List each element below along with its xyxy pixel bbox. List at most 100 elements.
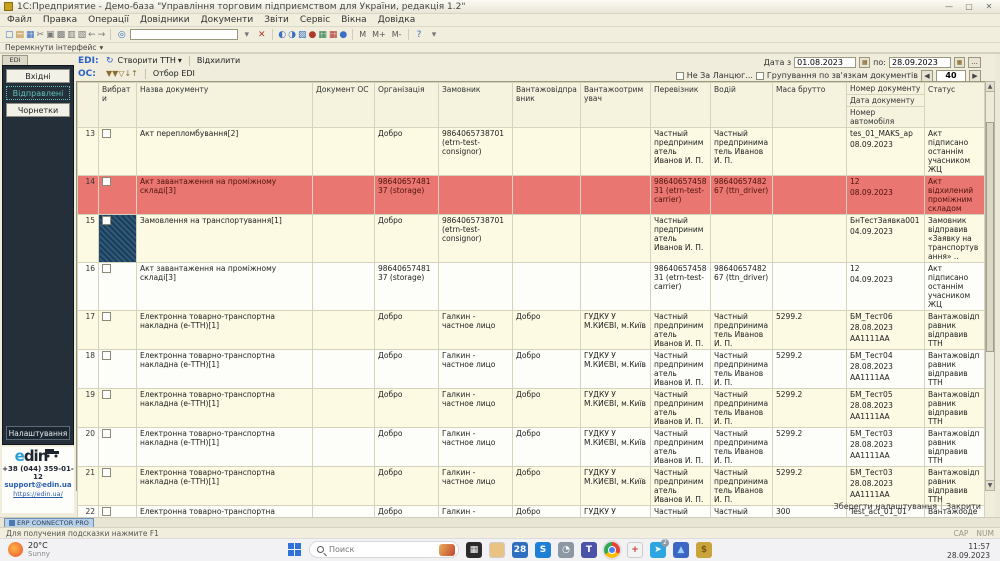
close-button[interactable]: ✕ [982, 2, 996, 12]
calendar-icon[interactable]: ▦ [859, 57, 871, 68]
table-row[interactable]: 13 Акт перепломбування[2] Добро 98640657387… [77, 127, 985, 176]
row-checkbox[interactable] [102, 390, 111, 399]
date-from-input[interactable] [794, 57, 857, 68]
paste-icon[interactable]: ▩ [56, 29, 67, 41]
select-cell[interactable] [98, 127, 137, 176]
cut-icon[interactable]: ✂ [36, 29, 46, 41]
table-row[interactable]: 14 Акт завантаження на проміжному складі[… [77, 175, 985, 215]
row-checkbox[interactable] [102, 177, 111, 186]
print-preview-icon[interactable]: ▧ [77, 29, 88, 41]
header-doc-name[interactable]: Назва документу [136, 82, 313, 128]
close-window-button[interactable]: Закрити [946, 502, 981, 511]
calendar-icon[interactable]: 28 [512, 541, 528, 558]
header-status[interactable]: Статус [924, 82, 985, 128]
maximize-button[interactable]: ▢ [962, 2, 976, 12]
task-view-icon[interactable]: ▦ [466, 541, 482, 558]
sidebar-item-чорнетки[interactable]: Чорнетки [6, 103, 70, 117]
open-icon[interactable]: ▤ [15, 29, 26, 41]
header-gross-mass[interactable]: Маса брутто [772, 82, 847, 128]
values-icon[interactable]: ◐ [277, 29, 287, 41]
table-row[interactable]: 16 Акт завантаження на проміжному складі[… [77, 262, 985, 311]
forward-icon[interactable]: → [97, 29, 107, 41]
new-document-icon[interactable]: ▢ [4, 29, 15, 41]
select-cell[interactable] [98, 310, 137, 350]
m-button[interactable]: M [357, 30, 368, 39]
toolbar-more-icon[interactable]: ▾ [428, 28, 441, 41]
header-customer[interactable]: Замовник [438, 82, 513, 128]
minimize-button[interactable]: — [942, 2, 956, 12]
calendar-icon[interactable]: ▦ [954, 57, 965, 68]
select-cell[interactable] [98, 388, 137, 428]
menu-item[interactable]: Операції [88, 15, 129, 25]
coin-icon[interactable]: $ [696, 541, 712, 558]
select-cell[interactable] [98, 214, 137, 263]
menu-item[interactable]: Вікна [341, 15, 367, 25]
m-minus-button[interactable]: M- [390, 30, 404, 39]
menu-item[interactable]: Документи [201, 15, 254, 25]
stop-icon[interactable]: ● [307, 29, 317, 41]
reject-button[interactable]: Відхилити [197, 56, 240, 65]
scroll-down-icon[interactable]: ▼ [986, 480, 994, 490]
taskbar-search[interactable] [309, 541, 459, 558]
header-consignee[interactable]: Вантажоотримувач [580, 82, 651, 128]
header-doc-os[interactable]: Документ ОС [312, 82, 375, 128]
photos-icon[interactable]: ▲ [673, 541, 689, 558]
windows-icon[interactable]: ▨ [297, 29, 308, 41]
row-checkbox[interactable] [102, 312, 111, 321]
row-checkbox[interactable] [102, 351, 111, 360]
switch-interface-button[interactable]: Перемкнути інтерфейс [5, 43, 97, 52]
select-cell[interactable] [98, 466, 137, 506]
scrollbar-thumb[interactable] [986, 122, 994, 352]
create-ttn-button[interactable]: Створити ТТН ▾ [118, 56, 182, 65]
page-next-button[interactable]: ▶ [969, 69, 981, 82]
health-icon[interactable]: + [627, 541, 643, 558]
search-dropdown-icon[interactable]: ▾ [240, 28, 253, 41]
back-icon[interactable]: ← [87, 29, 97, 41]
table-row[interactable]: 15 Замовлення на транспортування[1] Добро 9… [77, 214, 985, 263]
settings-button[interactable]: Налаштування [6, 426, 70, 440]
sort-desc-icon[interactable]: ↑ [131, 69, 138, 78]
formula-icon[interactable]: ◑ [287, 29, 297, 41]
support-email-link[interactable]: support@edin.ua [2, 481, 74, 489]
row-checkbox[interactable] [102, 264, 111, 273]
table-row[interactable]: 17 Електронна товарно-транспортна накладн… [77, 310, 985, 350]
menu-item[interactable]: Звіти [264, 15, 289, 25]
edin-site-link[interactable]: https://edin.ua/ [2, 490, 74, 498]
edi-filter-button[interactable]: Отбор EDI [153, 69, 195, 78]
start-button[interactable] [288, 542, 302, 557]
select-cell[interactable] [98, 175, 137, 215]
scroll-up-icon[interactable]: ▲ [986, 82, 994, 92]
telegram-icon[interactable]: ➤ 2 [650, 538, 669, 558]
menu-item[interactable]: Довідники [140, 15, 190, 25]
skype-icon[interactable]: S [535, 541, 551, 558]
print-icon[interactable]: ▥ [66, 29, 77, 41]
menu-item[interactable]: Файл [7, 15, 32, 25]
header-select[interactable]: Вибрати [98, 82, 137, 128]
select-cell[interactable] [98, 427, 137, 467]
m-plus-button[interactable]: M+ [370, 30, 388, 39]
sidebar-item-active[interactable]: Відправлені [6, 86, 70, 100]
menu-item[interactable]: Довідка [378, 15, 416, 25]
folder-icon[interactable] [489, 541, 505, 558]
header-shipper[interactable]: Вантажовідправник [512, 82, 581, 128]
quick-search-input[interactable] [130, 29, 239, 40]
row-checkbox[interactable] [102, 429, 111, 438]
header-organization[interactable]: Організація [374, 82, 439, 128]
date-to-input[interactable] [889, 57, 951, 68]
row-checkbox[interactable] [102, 216, 111, 225]
taskbar-weather-widget[interactable]: 20°C Sunny [8, 541, 50, 558]
header-doc-number[interactable]: Номер документу Дата документу Номер авт… [846, 82, 925, 128]
save-settings-button[interactable]: Зберегти налаштування [834, 502, 937, 511]
chrome-icon[interactable] [604, 541, 620, 558]
page-size-input[interactable] [936, 69, 966, 82]
table-row[interactable]: 18 Електронна товарно-транспортна накладн… [77, 349, 985, 389]
table-row[interactable]: 20 Електронна товарно-транспортна накладн… [77, 427, 985, 467]
teams-icon[interactable]: T [581, 541, 597, 558]
save-icon[interactable]: ▦ [25, 29, 36, 41]
menu-item[interactable]: Правка [43, 15, 77, 25]
vertical-scrollbar[interactable]: ▲ ▼ [985, 81, 995, 491]
help-icon[interactable]: ? [413, 28, 426, 41]
table-red-icon[interactable]: ▦ [328, 29, 339, 41]
page-prev-button[interactable]: ◀ [921, 69, 933, 82]
group-checkbox[interactable] [755, 71, 764, 80]
